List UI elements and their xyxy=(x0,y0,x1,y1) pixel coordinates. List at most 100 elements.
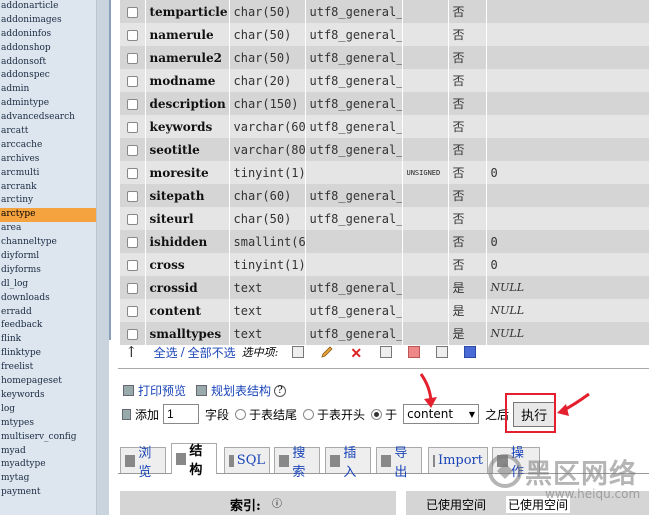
after-field-select[interactable]: content ▼ xyxy=(403,404,480,424)
tab-Import[interactable]: Import xyxy=(428,447,488,473)
print-view-link[interactable]: 打印预览 xyxy=(138,382,186,399)
sidebar-item-admintype[interactable]: admintype xyxy=(0,97,96,111)
row-checkbox-cell[interactable] xyxy=(120,207,146,230)
index-icon[interactable] xyxy=(436,346,449,358)
row-checkbox-cell[interactable] xyxy=(120,161,146,184)
sidebar-item-erradd[interactable]: erradd xyxy=(0,306,96,320)
sidebar-item-addoninfos[interactable]: addoninfos xyxy=(0,28,96,42)
sidebar-item-channeltype[interactable]: channeltype xyxy=(0,236,96,250)
tab-搜索[interactable]: 搜索 xyxy=(274,446,320,480)
table-row[interactable]: seotitlevarchar(80)utf8_general_ci 否 xyxy=(120,138,649,161)
sidebar-item-arccache[interactable]: arccache xyxy=(0,139,96,153)
help-icon[interactable]: ? xyxy=(274,384,287,397)
sidebar-item-myadtype[interactable]: myadtype xyxy=(0,458,96,472)
fulltext-icon[interactable] xyxy=(464,346,477,358)
sidebar-item-freelist[interactable]: freelist xyxy=(0,361,96,375)
row-checkbox[interactable] xyxy=(126,282,138,294)
sidebar-item-addonspec[interactable]: addonspec xyxy=(0,69,96,83)
sidebar-item-admin[interactable]: admin xyxy=(0,83,96,97)
table-row[interactable]: moresite tinyint(1) UNSIGNED 否 0 xyxy=(120,161,649,184)
sidebar-item-advancedsearch[interactable]: advancedsearch xyxy=(0,111,96,125)
sidebar-item-diyforms[interactable]: diyforms xyxy=(0,264,96,278)
sidebar-item-arcrank[interactable]: arcrank xyxy=(0,181,96,195)
row-checkbox-cell[interactable] xyxy=(120,276,146,299)
tab-导出[interactable]: 导出 xyxy=(376,446,422,480)
sidebar-item-addonsoft[interactable]: addonsoft xyxy=(0,56,96,70)
sidebar-scroll-indicator[interactable] xyxy=(109,0,111,340)
table-row[interactable]: temparticlechar(50)utf8_general_ci 否 xyxy=(120,0,649,23)
propose-structure-link[interactable]: 规划表结构 xyxy=(211,382,271,399)
table-row[interactable]: namerulechar(50)utf8_general_ci 否 xyxy=(120,23,649,46)
sidebar-item-downloads[interactable]: downloads xyxy=(0,292,96,306)
check-all-link[interactable]: 全选 xyxy=(154,344,178,361)
after-field-radio[interactable] xyxy=(371,408,383,420)
table-row[interactable]: namerule2char(50)utf8_general_ci 否 xyxy=(120,46,649,69)
row-checkbox-cell[interactable] xyxy=(120,69,146,92)
sidebar-item-addonimages[interactable]: addonimages xyxy=(0,14,96,28)
edit-pencil-icon[interactable] xyxy=(320,345,334,359)
sidebar-item-myad[interactable]: myad xyxy=(0,445,96,459)
sidebar-item-mtypes[interactable]: mtypes xyxy=(0,417,96,431)
sidebar-item-arcmulti[interactable]: arcmulti xyxy=(0,167,96,181)
row-checkbox-cell[interactable] xyxy=(120,92,146,115)
row-checkbox-cell[interactable] xyxy=(120,0,146,23)
row-checkbox[interactable] xyxy=(126,121,138,133)
sidebar-item-dl_log[interactable]: dl_log xyxy=(0,278,96,292)
row-checkbox[interactable] xyxy=(126,6,138,18)
field-count-input[interactable] xyxy=(163,404,200,424)
sidebar-item-keywords[interactable]: keywords xyxy=(0,389,96,403)
sidebar-item-arcatt[interactable]: arcatt xyxy=(0,125,96,139)
sidebar-item-homepageset[interactable]: homepageset xyxy=(0,375,96,389)
sidebar-item-flink[interactable]: flink xyxy=(0,333,96,347)
row-checkbox[interactable] xyxy=(126,98,138,110)
table-row[interactable]: keywordsvarchar(60)utf8_general_ci 否 xyxy=(120,115,649,138)
row-checkbox[interactable] xyxy=(126,236,138,248)
sidebar-item-payment[interactable]: payment xyxy=(0,486,96,500)
row-checkbox-cell[interactable] xyxy=(120,115,146,138)
table-row[interactable]: descriptionchar(150)utf8_general_ci 否 xyxy=(120,92,649,115)
sidebar-item-addonarticle[interactable]: addonarticle xyxy=(0,0,96,14)
sidebar-item-arctiny[interactable]: arctiny xyxy=(0,194,96,208)
table-row[interactable]: siteurlchar(50)utf8_general_ci 否 xyxy=(120,207,649,230)
row-checkbox[interactable] xyxy=(126,190,138,202)
row-checkbox[interactable] xyxy=(126,167,138,179)
row-checkbox[interactable] xyxy=(126,305,138,317)
sidebar-item-diyforml[interactable]: diyforml xyxy=(0,250,96,264)
sidebar-item-archives[interactable]: archives xyxy=(0,153,96,167)
row-checkbox[interactable] xyxy=(126,75,138,87)
table-row[interactable]: contenttextutf8_general_ci 是NULL xyxy=(120,299,649,322)
row-checkbox[interactable] xyxy=(126,52,138,64)
sidebar-item-feedback[interactable]: feedback xyxy=(0,319,96,333)
row-checkbox-cell[interactable] xyxy=(120,138,146,161)
sidebar-item-addonshop[interactable]: addonshop xyxy=(0,42,96,56)
tab-结构[interactable]: 结构 xyxy=(171,443,217,478)
at-end-radio[interactable] xyxy=(235,408,247,420)
row-checkbox-cell[interactable] xyxy=(120,299,146,322)
at-begin-radio[interactable] xyxy=(303,408,315,420)
row-checkbox[interactable] xyxy=(126,213,138,225)
row-checkbox-cell[interactable] xyxy=(120,184,146,207)
uncheck-all-link[interactable]: 全部不选 xyxy=(188,344,236,361)
sidebar-item-flinktype[interactable]: flinktype xyxy=(0,347,96,361)
row-checkbox[interactable] xyxy=(126,328,138,340)
sidebar-item-arctype[interactable]: arctype xyxy=(0,208,96,223)
row-checkbox-cell[interactable] xyxy=(120,230,146,253)
row-checkbox-cell[interactable] xyxy=(120,253,146,276)
row-checkbox-cell[interactable] xyxy=(120,46,146,69)
sidebar-item-log[interactable]: log xyxy=(0,403,96,417)
sidebar-item-area[interactable]: area xyxy=(0,222,96,236)
unique-icon[interactable] xyxy=(408,346,421,358)
browse-selected-icon[interactable] xyxy=(292,346,305,358)
tab-插入[interactable]: 插入 xyxy=(325,446,371,480)
drop-x-icon[interactable]: ✕ xyxy=(350,346,364,362)
help-icon[interactable]: ⓘ xyxy=(272,495,282,510)
row-checkbox[interactable] xyxy=(126,259,138,271)
sidebar-item-mytag[interactable]: mytag xyxy=(0,472,96,486)
tab-SQL[interactable]: SQL xyxy=(224,447,270,473)
primary-key-icon[interactable] xyxy=(380,346,393,358)
table-row[interactable]: crossidtextutf8_general_ci 是NULL xyxy=(120,276,649,299)
row-checkbox[interactable] xyxy=(126,29,138,41)
table-row[interactable]: cross tinyint(1) 否 0 xyxy=(120,253,649,276)
tab-浏览[interactable]: 浏览 xyxy=(120,446,166,480)
table-row[interactable]: ishiddensmallint(6) 否0 xyxy=(120,230,649,253)
